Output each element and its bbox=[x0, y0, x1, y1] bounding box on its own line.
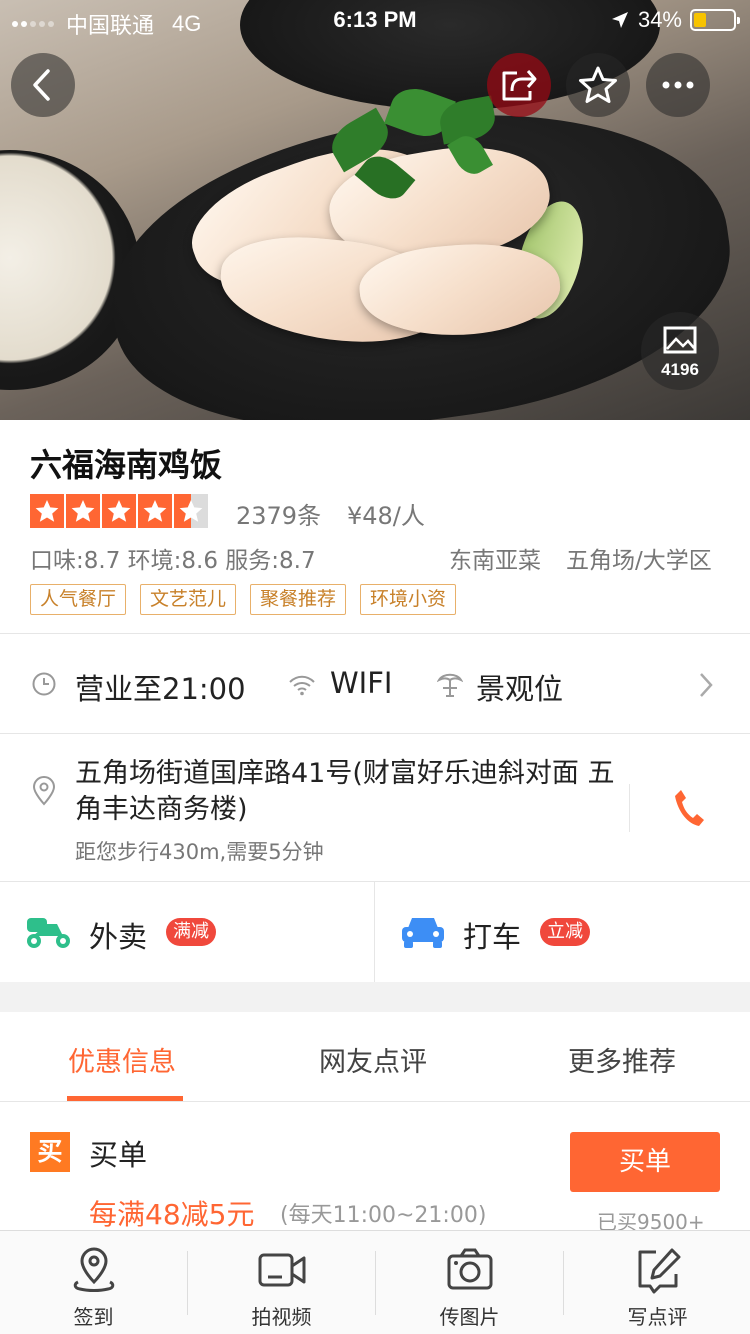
video-button[interactable]: 拍视频 bbox=[188, 1231, 375, 1334]
tag[interactable]: 聚餐推荐 bbox=[250, 584, 347, 615]
tag[interactable]: 环境小资 bbox=[360, 584, 457, 615]
star-full-icon bbox=[30, 494, 64, 528]
hours-label: 营业至21:00 bbox=[75, 672, 246, 706]
sub-scores: 口味:8.7 环境:8.6 服务:8.7 bbox=[30, 548, 316, 574]
area-label: 五角场/大学区 bbox=[566, 548, 712, 574]
hero-photo[interactable] bbox=[0, 0, 750, 420]
bottom-action-bar: 签到 拍视频 传图片 写点评 bbox=[0, 1230, 750, 1334]
location-pin-icon bbox=[32, 776, 56, 806]
price-per-person: ¥48/人 bbox=[347, 502, 425, 530]
tag-list: 人气餐厅 文艺范儿 聚餐推荐 环境小资 bbox=[30, 584, 457, 615]
photo-gallery-button[interactable]: 4196 bbox=[641, 312, 719, 390]
star-full-icon bbox=[102, 494, 136, 528]
upload-photo-label: 传图片 bbox=[439, 1305, 500, 1329]
address-text: 五角场街道国庠路41号(财富好乐迪斜对面 五角丰达商务楼) bbox=[75, 758, 615, 825]
tag[interactable]: 文艺范儿 bbox=[140, 584, 237, 615]
rating-stars bbox=[30, 494, 208, 528]
address-row[interactable]: 五角场街道国庠路41号(财富好乐迪斜对面 五角丰达商务楼) 距您步行430m,需… bbox=[0, 734, 750, 882]
scooter-icon bbox=[27, 918, 70, 948]
checkin-button[interactable]: 签到 bbox=[0, 1231, 187, 1334]
deal-title: 买单 bbox=[89, 1138, 148, 1172]
restaurant-name: 六福海南鸡饭 bbox=[30, 446, 223, 484]
favorite-button[interactable] bbox=[566, 53, 630, 117]
taxi-label: 打车 bbox=[463, 920, 522, 954]
pay-bill-icon: 买 bbox=[30, 1132, 70, 1172]
delivery-label: 外卖 bbox=[89, 920, 148, 954]
video-label: 拍视频 bbox=[251, 1305, 312, 1329]
tab-bar: 优惠信息 网友点评 更多推荐 bbox=[0, 1012, 750, 1102]
delivery-badge: 满减 bbox=[166, 918, 216, 946]
divider bbox=[0, 1101, 750, 1102]
phone-icon[interactable] bbox=[672, 788, 706, 828]
tab-recommendations[interactable]: 更多推荐 bbox=[568, 1040, 676, 1079]
view-label: 景观位 bbox=[476, 672, 564, 706]
video-camera-icon bbox=[258, 1253, 306, 1287]
car-icon bbox=[402, 918, 444, 948]
wifi-label: WIFI bbox=[330, 666, 393, 700]
checkin-label: 签到 bbox=[73, 1305, 114, 1329]
photo-count: 4196 bbox=[661, 360, 699, 379]
star-half-icon bbox=[174, 494, 208, 528]
walking-distance: 距您步行430m,需要5分钟 bbox=[75, 840, 324, 864]
services-row: 外卖 满减 打车 立减 bbox=[0, 882, 750, 982]
battery-percent: 34% bbox=[637, 7, 682, 32]
share-button[interactable] bbox=[487, 53, 551, 117]
tag[interactable]: 人气餐厅 bbox=[30, 584, 127, 615]
divider bbox=[629, 784, 630, 832]
star-icon bbox=[579, 66, 617, 103]
star-full-icon bbox=[66, 494, 100, 528]
share-icon bbox=[502, 70, 537, 101]
upload-photo-button[interactable]: 传图片 bbox=[376, 1231, 563, 1334]
tab-reviews[interactable]: 网友点评 bbox=[319, 1040, 427, 1079]
section-gap bbox=[0, 982, 750, 1012]
taxi-badge: 立减 bbox=[540, 918, 590, 946]
edit-icon bbox=[638, 1248, 681, 1294]
features-row[interactable]: 营业至21:00 WIFI 景观位 bbox=[0, 634, 750, 734]
clock-icon bbox=[32, 672, 56, 696]
deal-hours: (每天11:00~21:00) bbox=[280, 1203, 487, 1228]
photo-icon bbox=[663, 326, 697, 354]
pay-bill-button[interactable]: 买单 bbox=[570, 1132, 720, 1192]
wifi-icon bbox=[289, 675, 315, 696]
umbrella-icon bbox=[437, 673, 463, 697]
chevron-right-icon bbox=[700, 673, 713, 697]
checkin-icon bbox=[73, 1247, 115, 1292]
more-button[interactable] bbox=[646, 53, 710, 117]
star-full-icon bbox=[138, 494, 172, 528]
deal-promo: 每满48减5元 bbox=[89, 1198, 255, 1231]
more-icon bbox=[662, 81, 694, 89]
camera-icon bbox=[447, 1248, 493, 1290]
delivery-button[interactable]: 外卖 满减 bbox=[0, 882, 374, 982]
tab-deals[interactable]: 优惠信息 bbox=[68, 1040, 176, 1079]
status-bar: 中国联通 4G 6:13 PM 34% bbox=[0, 0, 750, 40]
taxi-button[interactable]: 打车 立减 bbox=[375, 882, 749, 982]
review-count[interactable]: 2379条 bbox=[236, 496, 321, 531]
battery-icon bbox=[690, 9, 740, 31]
write-review-label: 写点评 bbox=[627, 1305, 688, 1329]
write-review-button[interactable]: 写点评 bbox=[564, 1231, 750, 1334]
cuisine-label: 东南亚菜 bbox=[449, 548, 541, 574]
location-arrow-icon bbox=[611, 12, 628, 28]
back-icon bbox=[33, 69, 50, 101]
back-button[interactable] bbox=[11, 53, 75, 117]
